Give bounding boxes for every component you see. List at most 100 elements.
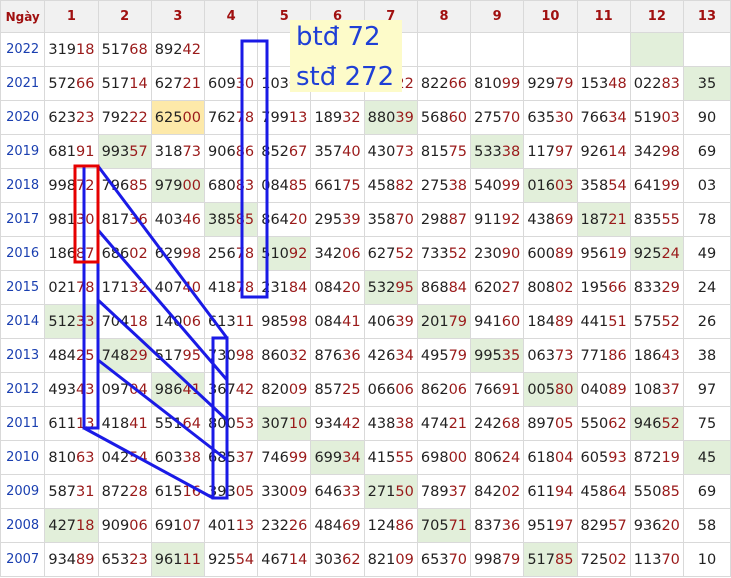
result-tail: 06 xyxy=(448,381,468,398)
result-head: 746 xyxy=(261,449,289,466)
result-head: 833 xyxy=(633,279,662,296)
result-tail: 60 xyxy=(501,313,521,330)
result-tail: 51 xyxy=(608,313,627,330)
year-label: 2019 xyxy=(0,134,46,169)
result-head: 872 xyxy=(101,483,130,500)
result-cell: 25678 xyxy=(203,236,259,271)
result-head: 857 xyxy=(314,381,343,398)
result-cell: 10837 xyxy=(629,372,684,407)
result-tail: 85 xyxy=(235,211,255,228)
result-cell: 02178 xyxy=(44,270,99,305)
result-cell: 97 xyxy=(682,372,731,407)
result-tail: 34 xyxy=(342,449,361,466)
result-tail: 09 xyxy=(395,551,414,568)
result-cell: 60930 xyxy=(203,66,259,101)
result-cell: 83555 xyxy=(629,202,684,237)
result-cell: 81099 xyxy=(470,66,525,101)
result-tail: 28 xyxy=(129,483,148,500)
result-tail: 46 xyxy=(182,211,201,228)
result-cell xyxy=(682,32,731,67)
result-tail: 33 xyxy=(76,313,95,330)
result-head: 342 xyxy=(314,245,343,262)
result-head: 605 xyxy=(580,449,609,466)
result-head: 242 xyxy=(474,415,502,432)
result-cell: 41555 xyxy=(363,440,418,475)
result-tail: 00 xyxy=(182,109,201,126)
result-tail: 34 xyxy=(395,347,414,364)
result-cell: 48425 xyxy=(44,338,99,373)
result-head: 646 xyxy=(314,483,343,500)
result-head: 187 xyxy=(580,211,609,228)
table-row: 2017 98130 81736 40346 38585 86420 29539 35870 2… xyxy=(0,202,731,237)
result-head: 03 xyxy=(697,177,717,194)
result-tail: 73 xyxy=(555,347,574,364)
result-cell xyxy=(203,32,259,67)
result-tail: 85 xyxy=(661,483,680,500)
result-head: 10 xyxy=(697,551,717,568)
result-tail: 13 xyxy=(76,415,95,432)
result-cell: 56860 xyxy=(416,100,472,135)
result-head: 256 xyxy=(208,245,236,262)
result-tail: 42 xyxy=(235,381,255,398)
result-cell: 00580 xyxy=(523,372,578,407)
result-head: 733 xyxy=(420,245,449,262)
result-head: 230 xyxy=(474,245,502,262)
result-head: 533 xyxy=(474,143,502,160)
result-tail: 39 xyxy=(395,313,414,330)
result-cell: 18687 xyxy=(44,236,99,271)
result-head: 822 xyxy=(420,75,449,92)
result-tail: 89 xyxy=(555,245,574,262)
result-head: 303 xyxy=(314,551,343,568)
result-cell: 79913 xyxy=(257,100,312,135)
result-cell: 34206 xyxy=(310,236,365,271)
result-cell: 82009 xyxy=(257,372,312,407)
column-header-8: 8 xyxy=(416,0,472,33)
result-tail: 50 xyxy=(395,483,414,500)
result-head: 880 xyxy=(367,109,396,126)
result-head: 35 xyxy=(697,75,717,92)
table-row: 2011 61113 41841 55164 80053 30710 93442 43838 4… xyxy=(0,406,731,441)
result-cell: 55062 xyxy=(576,406,631,441)
result-head: 829 xyxy=(580,517,609,534)
result-cell: 14006 xyxy=(150,304,205,339)
result-head: 401 xyxy=(208,517,236,534)
result-tail: 93 xyxy=(608,449,627,466)
result-head: 618 xyxy=(527,449,556,466)
result-head: 318 xyxy=(154,143,183,160)
result-head: 458 xyxy=(580,483,609,500)
result-cell: 54099 xyxy=(470,168,525,203)
result-cell: 62500 xyxy=(150,100,205,135)
result-cell: 69107 xyxy=(150,508,205,543)
table-row: 2016 18687 68602 62998 25678 51092 34206 62752 7… xyxy=(0,236,731,271)
result-head: 686 xyxy=(101,245,130,262)
result-tail: 32 xyxy=(342,109,361,126)
result-head: 800 xyxy=(208,415,236,432)
result-cell: 35 xyxy=(682,66,731,101)
result-tail: 68 xyxy=(501,415,521,432)
result-cell: 69800 xyxy=(416,440,472,475)
result-head: 864 xyxy=(261,211,289,228)
result-cell: 80053 xyxy=(203,406,259,441)
result-head: 426 xyxy=(367,347,396,364)
result-head: 58 xyxy=(697,517,717,534)
result-tail: 38 xyxy=(448,177,468,194)
result-cell: 10 xyxy=(682,542,731,577)
result-cell: 80624 xyxy=(470,440,525,475)
result-tail: 85 xyxy=(555,551,574,568)
result-head: 358 xyxy=(580,177,609,194)
result-tail: 86 xyxy=(608,347,627,364)
table-row: 2009 58731 87228 61516 39305 33009 64633 27150 7… xyxy=(0,474,731,509)
result-cell: 39305 xyxy=(203,474,259,509)
result-cell: 65370 xyxy=(416,542,472,577)
result-head: 406 xyxy=(367,313,396,330)
result-cell: 84202 xyxy=(470,474,525,509)
result-head: 979 xyxy=(154,177,183,194)
result-cell: 23090 xyxy=(470,236,525,271)
result-head: 704 xyxy=(101,313,130,330)
result-head: 474 xyxy=(420,415,449,432)
result-head: 906 xyxy=(208,143,236,160)
year-label: 2010 xyxy=(0,440,46,475)
result-tail: 78 xyxy=(76,279,95,296)
result-cell: 18932 xyxy=(310,100,365,135)
result-tail: 03 xyxy=(555,177,574,194)
